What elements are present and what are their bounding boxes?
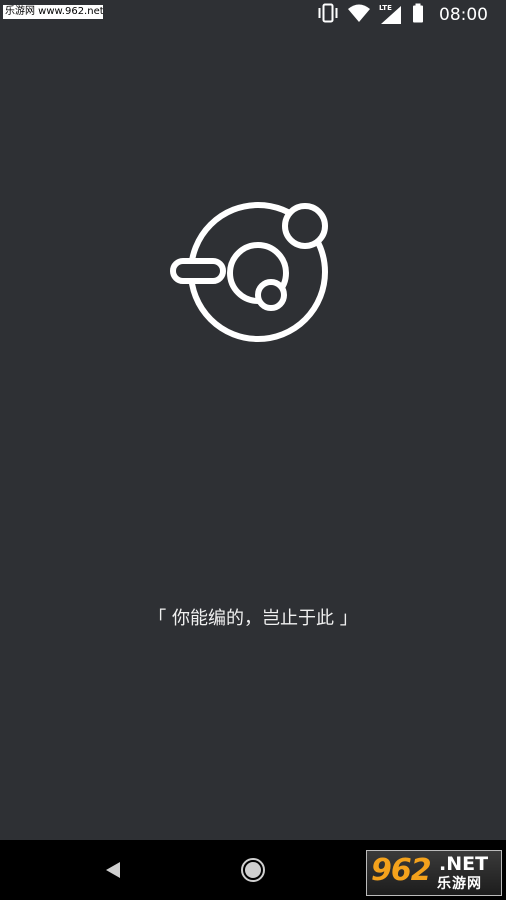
wifi-icon (347, 3, 371, 27)
status-time: 08:00 (439, 5, 488, 25)
watermark-logo: 962 .NET 乐游网 (366, 850, 502, 896)
watermark-number: 962 (371, 853, 432, 888)
watermark-suffix: .NET (439, 853, 489, 875)
signal-icon: LTE (379, 4, 403, 25)
vibrate-icon (317, 3, 339, 27)
back-icon[interactable] (104, 860, 122, 880)
status-bar: 乐游网 www.962.net LTE 08:00 (0, 0, 506, 30)
battery-icon (411, 3, 425, 27)
watermark-text: 乐游网 www.962.net (3, 5, 103, 19)
status-icons: LTE 08:00 (317, 3, 488, 27)
watermark-chinese: 乐游网 (437, 876, 482, 892)
home-icon[interactable] (240, 857, 266, 883)
planet-orbit-logo-icon (165, 200, 335, 350)
splash-slogan: 「 你能编的，岂止于此 」 (148, 608, 358, 629)
